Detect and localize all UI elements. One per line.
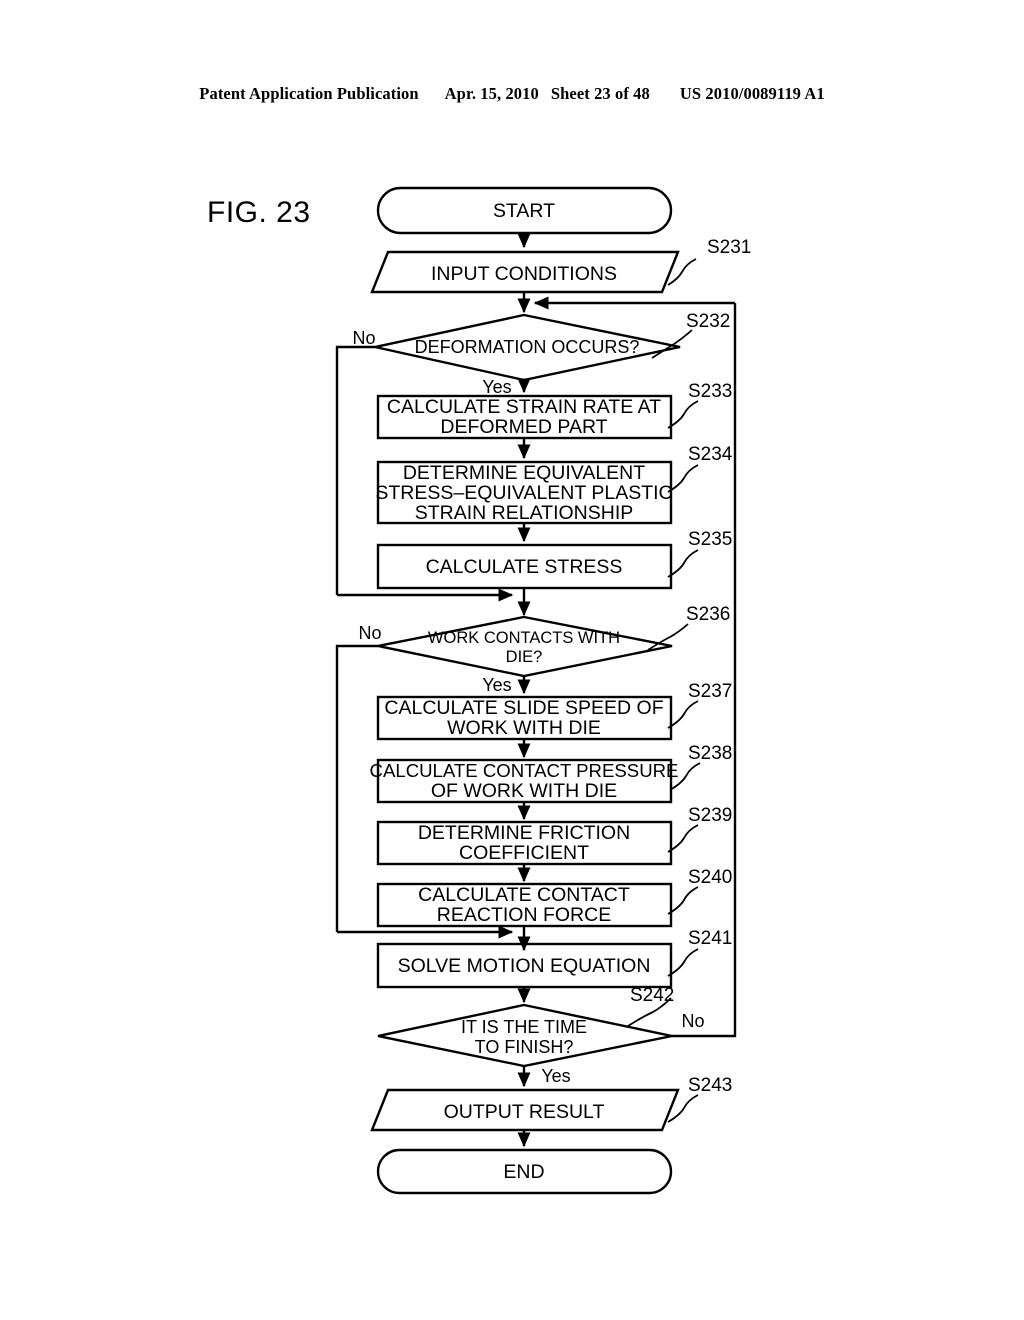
step-label-s240: S240 <box>688 867 732 888</box>
branch-label-s236-yes: Yes <box>482 675 511 695</box>
step-label-s241: S241 <box>688 928 732 949</box>
leader-s235 <box>667 549 699 578</box>
leader-s237 <box>667 700 699 729</box>
step-label-s242: S242 <box>630 985 674 1006</box>
node-s243-label: OUTPUT RESULT <box>444 1101 605 1123</box>
node-s234-label-line3: STRAIN RELATIONSHIP <box>415 502 634 524</box>
node-s237-label-line2: WORK WITH DIE <box>447 717 601 739</box>
leader-s240 <box>667 886 699 915</box>
patent-figure-page: Patent Application Publication Apr. 15, 2… <box>0 0 1024 1320</box>
node-s240-label-line2: REACTION FORCE <box>437 904 611 926</box>
node-s242-label-line1: IT IS THE TIME <box>461 1017 587 1037</box>
node-s237-label-line1: CALCULATE SLIDE SPEED OF <box>384 697 663 719</box>
node-s232-label: DEFORMATION OCCURS? <box>415 337 640 357</box>
step-label-s239: S239 <box>688 805 732 826</box>
connector-s242-no-path <box>672 303 737 1038</box>
step-label-s243: S243 <box>688 1075 732 1096</box>
node-s242-label-line2: TO FINISH? <box>475 1037 574 1057</box>
node-s234-label-line1: DETERMINE EQUIVALENT <box>403 462 645 484</box>
step-label-s232: S232 <box>686 311 730 332</box>
step-label-s237: S237 <box>688 681 732 702</box>
node-s238-label-line1: CALCULATE CONTACT PRESSURE <box>370 760 679 781</box>
leader-s231 <box>667 258 697 286</box>
branch-label-s232-yes: Yes <box>482 377 511 397</box>
branch-label-s236-no: No <box>358 623 381 643</box>
node-s234-label-line2: STRESS–EQUIVALENT PLASTIC <box>375 482 672 504</box>
branch-label-s242-yes: Yes <box>541 1066 570 1086</box>
node-s238-label-line2: OF WORK WITH DIE <box>431 780 617 802</box>
connector-s236-no-path <box>335 644 378 932</box>
step-label-s236: S236 <box>686 604 730 625</box>
leader-s241 <box>667 948 699 977</box>
step-label-s235: S235 <box>688 529 732 550</box>
connector-s232-no-path <box>335 345 375 595</box>
node-s235-label: CALCULATE STRESS <box>426 556 623 578</box>
step-label-s238: S238 <box>688 743 732 764</box>
node-s236-label-line1: WORK CONTACTS WITH <box>428 629 620 647</box>
step-label-s231: S231 <box>707 237 751 258</box>
node-s239-label-line1: DETERMINE FRICTION <box>418 822 630 844</box>
node-s233-label-line2: DEFORMED PART <box>440 416 607 438</box>
leader-s239 <box>667 824 699 853</box>
leader-s232 <box>651 329 693 359</box>
step-label-s233: S233 <box>688 381 732 402</box>
node-s239-label-line2: COEFFICIENT <box>459 842 589 864</box>
node-s236-label-line2: DIE? <box>506 648 543 666</box>
leader-s243 <box>667 1094 699 1123</box>
node-s241-label: SOLVE MOTION EQUATION <box>398 955 651 977</box>
branch-label-s232-no: No <box>352 328 375 348</box>
node-s240-label-line1: CALCULATE CONTACT <box>418 884 630 906</box>
leader-s233 <box>667 400 699 429</box>
node-s231-label: INPUT CONDITIONS <box>431 263 617 285</box>
flowchart-diagram: FIG. 23 START INPUT CONDITIONS S231 DEFO… <box>207 186 751 1195</box>
node-start-label: START <box>493 200 555 222</box>
branch-label-s242-no: No <box>681 1011 704 1031</box>
node-s233-label-line1: CALCULATE STRAIN RATE AT <box>387 396 661 418</box>
step-label-s234: S234 <box>688 444 733 465</box>
node-end-label: END <box>503 1161 544 1183</box>
figure-label: FIG. 23 <box>207 196 311 229</box>
